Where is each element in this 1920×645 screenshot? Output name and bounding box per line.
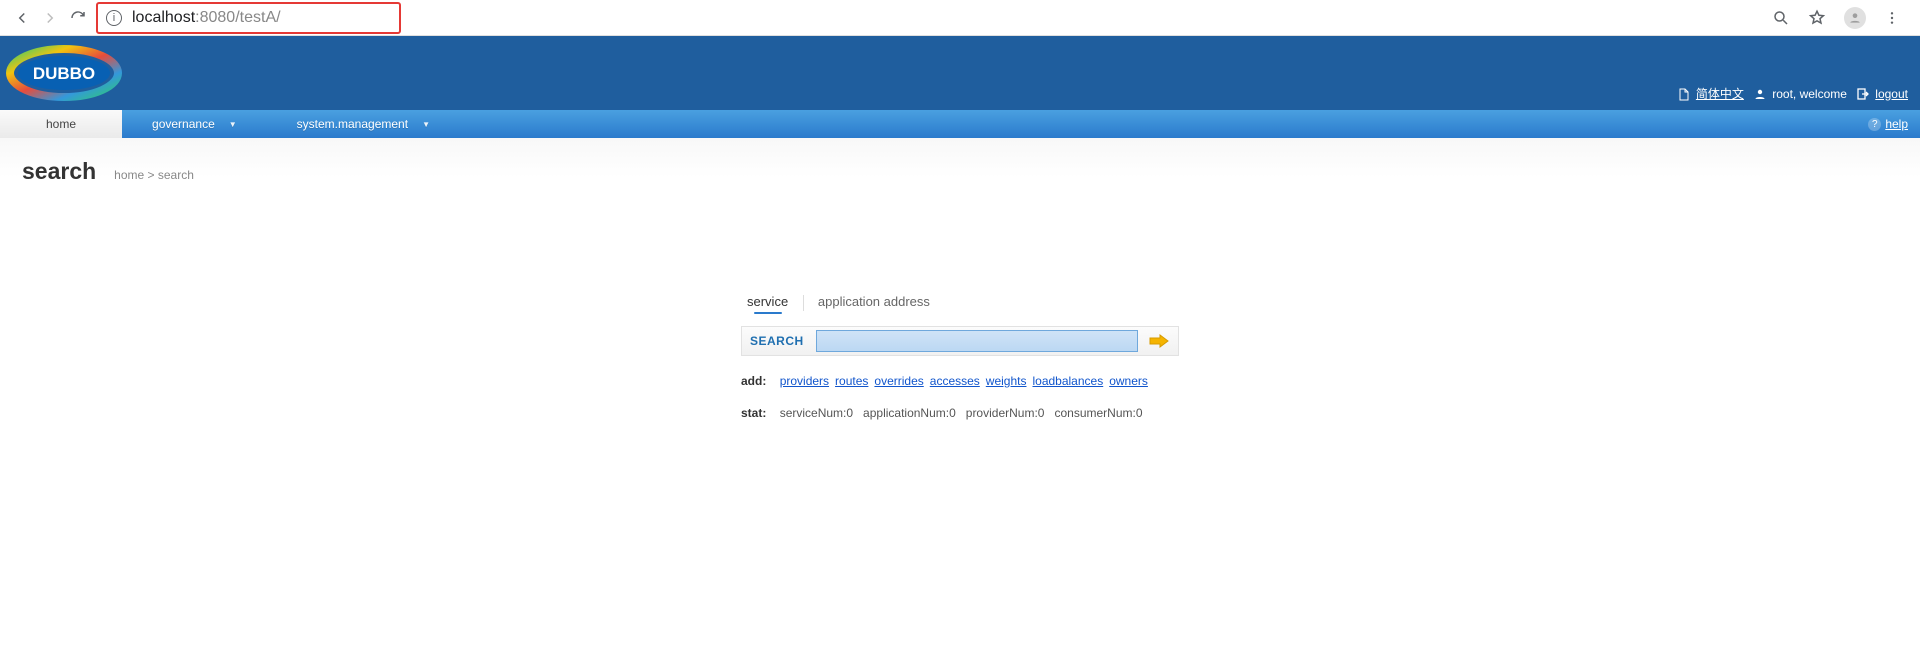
site-info-icon[interactable]: i	[106, 10, 122, 26]
add-link-routes[interactable]: routes	[835, 374, 868, 388]
browser-right-icons	[1772, 7, 1912, 29]
profile-avatar-icon[interactable]	[1844, 7, 1866, 29]
menu-help[interactable]: ?help	[1856, 110, 1920, 138]
svg-text:DUBBO: DUBBO	[33, 64, 95, 83]
search-label: SEARCH	[750, 334, 804, 348]
address-bar[interactable]: i localhost:8080/testA/	[96, 2, 401, 34]
add-label: add:	[741, 374, 766, 388]
chevron-down-icon: ▼	[229, 120, 237, 129]
help-icon: ?	[1868, 118, 1881, 131]
search-input[interactable]	[816, 330, 1138, 352]
stat-label: stat:	[741, 406, 766, 420]
stat-row: stat: serviceNum:0 applicationNum:0 provid…	[741, 406, 1179, 420]
add-link-accesses[interactable]: accesses	[930, 374, 980, 388]
kebab-menu-icon[interactable]	[1884, 10, 1900, 26]
tab-application-address[interactable]: application address	[816, 294, 932, 313]
nav-back-button[interactable]	[8, 4, 36, 32]
dubbo-logo: DUBBO	[6, 45, 128, 106]
breadcrumb: home > search	[114, 168, 194, 182]
lang-switch[interactable]: 简体中文	[1678, 85, 1744, 102]
logout-icon	[1857, 88, 1869, 100]
document-icon	[1678, 88, 1690, 101]
menu-home[interactable]: home	[0, 110, 122, 138]
search-tabs: service application address	[741, 294, 1179, 318]
bookmark-star-icon[interactable]	[1808, 9, 1826, 27]
nav-reload-button[interactable]	[64, 4, 92, 32]
url-text: localhost:8080/testA/	[132, 9, 281, 27]
add-link-providers[interactable]: providers	[780, 374, 829, 388]
zoom-icon[interactable]	[1772, 9, 1790, 27]
search-row: SEARCH	[741, 326, 1179, 356]
nav-forward-button[interactable]	[36, 4, 64, 32]
browser-toolbar: i localhost:8080/testA/	[0, 0, 1920, 36]
main-menu: home governance▼ system.management▼ ?hel…	[0, 110, 1920, 138]
stat-item: consumerNum:0	[1054, 406, 1142, 420]
welcome-text: root, welcome	[1754, 87, 1847, 101]
menu-governance[interactable]: governance▼	[122, 110, 267, 138]
page-header: search home > search	[0, 138, 1920, 194]
add-link-overrides[interactable]: overrides	[874, 374, 923, 388]
add-row: add: providers routes overrides accesses wei…	[741, 374, 1179, 388]
add-link-owners[interactable]: owners	[1109, 374, 1148, 388]
tab-service[interactable]: service	[745, 294, 790, 318]
chevron-down-icon: ▼	[422, 120, 430, 129]
stat-item: applicationNum:0	[863, 406, 956, 420]
stat-item: serviceNum:0	[780, 406, 853, 420]
user-icon	[1754, 88, 1766, 100]
page-title: search	[22, 158, 96, 185]
add-link-weights[interactable]: weights	[986, 374, 1027, 388]
search-go-button[interactable]	[1148, 331, 1170, 351]
tab-divider	[803, 295, 804, 311]
arrow-right-icon	[1149, 333, 1169, 349]
logout-link[interactable]: logout	[1857, 87, 1908, 101]
stat-item: providerNum:0	[966, 406, 1045, 420]
add-link-loadbalances[interactable]: loadbalances	[1032, 374, 1103, 388]
search-panel: service application address SEARCH add: …	[741, 294, 1179, 420]
menu-system-management[interactable]: system.management▼	[267, 110, 460, 138]
app-banner: DUBBO 简体中文 root, welcome logout	[0, 36, 1920, 110]
